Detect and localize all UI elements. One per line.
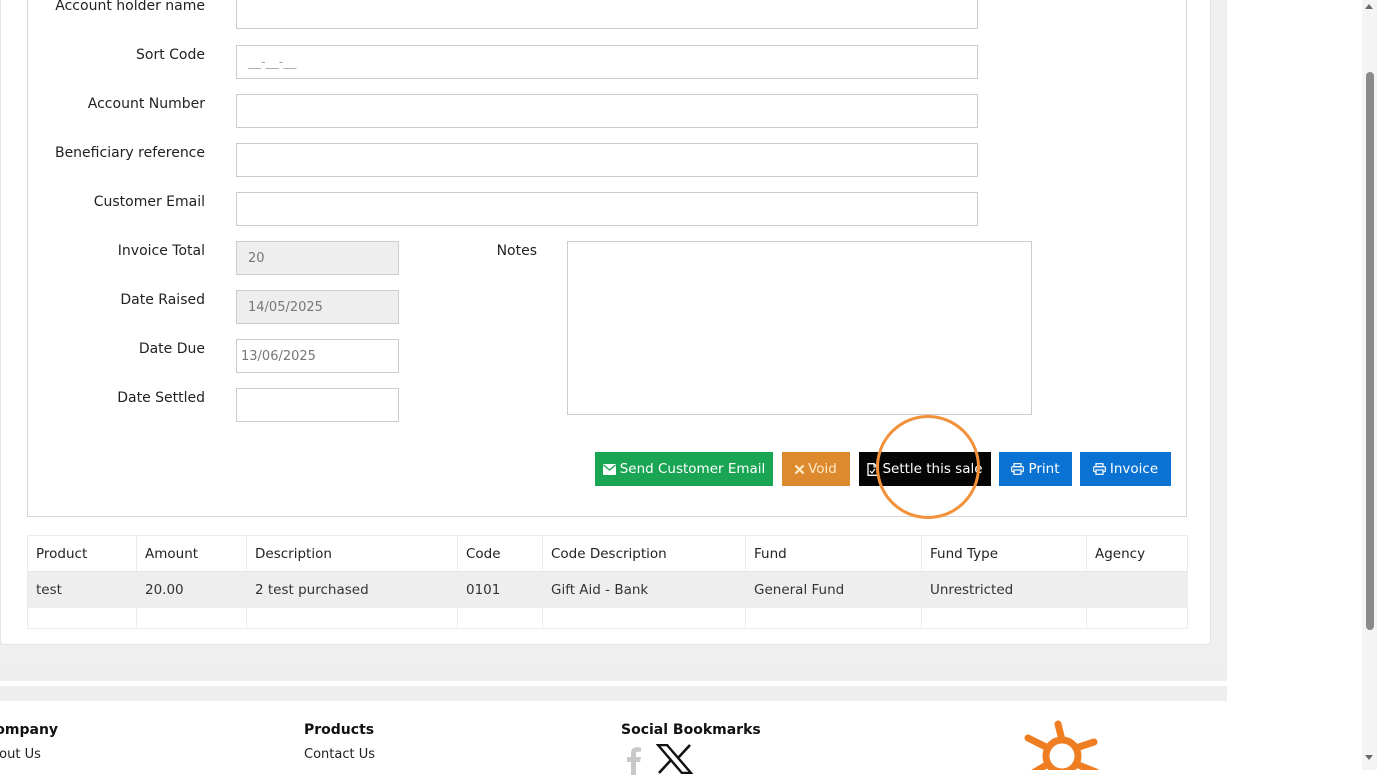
account-number-label: Account Number — [87, 96, 205, 112]
table-empty-row — [27, 608, 1188, 629]
table-cell — [1086, 571, 1188, 608]
void-button[interactable]: Void — [782, 452, 850, 486]
sort-code-label: Sort Code — [136, 47, 205, 63]
column-header: Amount — [136, 535, 247, 572]
column-header: Agency — [1086, 535, 1188, 572]
invoice-label: Invoice — [1109, 461, 1159, 477]
table-cell: Gift Aid - Bank — [542, 571, 746, 608]
notes-label: Notes — [496, 243, 537, 259]
column-header: Code Description — [542, 535, 746, 572]
account-holder-input[interactable] — [236, 0, 978, 29]
date-settled-input[interactable] — [236, 388, 399, 422]
envelope-icon — [602, 463, 616, 475]
table-cell: Unrestricted — [921, 571, 1087, 608]
printer-icon — [1011, 463, 1025, 475]
table-cell: General Fund — [745, 571, 922, 608]
date-raised-input — [236, 290, 399, 324]
table-cell: test — [27, 571, 137, 608]
date-raised-label: Date Raised — [120, 292, 205, 308]
printer-icon — [1092, 463, 1106, 475]
footer-divider-band — [0, 664, 1227, 681]
x-icon — [795, 464, 805, 474]
beneficiary-reference-label: Beneficiary reference — [54, 145, 205, 161]
customer-email-label: Customer Email — [93, 194, 205, 210]
beneficiary-reference-input[interactable] — [236, 143, 978, 177]
date-due-input[interactable] — [236, 339, 399, 373]
scrollbar-thumb[interactable] — [1366, 72, 1374, 630]
column-header: Code — [457, 535, 543, 572]
footer-social-heading: Social Bookmarks — [621, 722, 761, 738]
footer-top-band — [0, 686, 1227, 701]
footer-contact-link[interactable]: Contact Us — [304, 747, 375, 762]
footer-company-heading: Company — [0, 722, 59, 738]
vertical-scrollbar[interactable] — [1362, 0, 1377, 770]
footer-about-link[interactable]: About Us — [0, 747, 41, 762]
scroll-up-arrow-icon[interactable] — [1365, 4, 1373, 9]
facebook-icon[interactable] — [621, 745, 647, 775]
send-customer-email-label: Send Customer Email — [619, 461, 766, 477]
column-header: Fund — [745, 535, 922, 572]
sort-code-input[interactable] — [236, 45, 978, 79]
invoice-button[interactable]: Invoice — [1080, 452, 1171, 486]
column-header: Fund Type — [921, 535, 1087, 572]
table-cell: 2 test purchased — [246, 571, 458, 608]
print-button[interactable]: Print — [999, 452, 1072, 486]
x-twitter-icon[interactable] — [655, 743, 694, 775]
line-items-table: Product Amount Description Code Code Des… — [27, 535, 1188, 629]
print-label: Print — [1028, 461, 1060, 477]
document-icon — [867, 462, 879, 476]
table-cell: 20.00 — [136, 571, 247, 608]
table-row[interactable]: test 20.00 2 test purchased 0101 Gift Ai… — [27, 571, 1188, 608]
column-header: Product — [27, 535, 137, 572]
customer-email-input[interactable] — [236, 192, 978, 226]
send-customer-email-button[interactable]: Send Customer Email — [595, 452, 773, 486]
account-holder-label: Account holder name — [55, 0, 205, 14]
settle-sale-label: Settle this sale — [882, 461, 983, 477]
date-due-label: Date Due — [138, 341, 205, 357]
scroll-down-arrow-icon[interactable] — [1365, 755, 1373, 760]
table-header-row: Product Amount Description Code Code Des… — [27, 535, 1188, 572]
right-margin — [1227, 0, 1362, 770]
settle-sale-button[interactable]: Settle this sale — [859, 452, 991, 486]
table-cell: 0101 — [457, 571, 543, 608]
void-label: Void — [808, 461, 837, 477]
column-header: Description — [246, 535, 458, 572]
notes-textarea[interactable] — [567, 241, 1032, 415]
sun-logo-icon — [1022, 720, 1102, 770]
date-settled-label: Date Settled — [117, 390, 205, 406]
account-number-input[interactable] — [236, 94, 978, 128]
invoice-total-label: Invoice Total — [117, 243, 205, 259]
footer-products-heading: Products — [304, 722, 375, 738]
